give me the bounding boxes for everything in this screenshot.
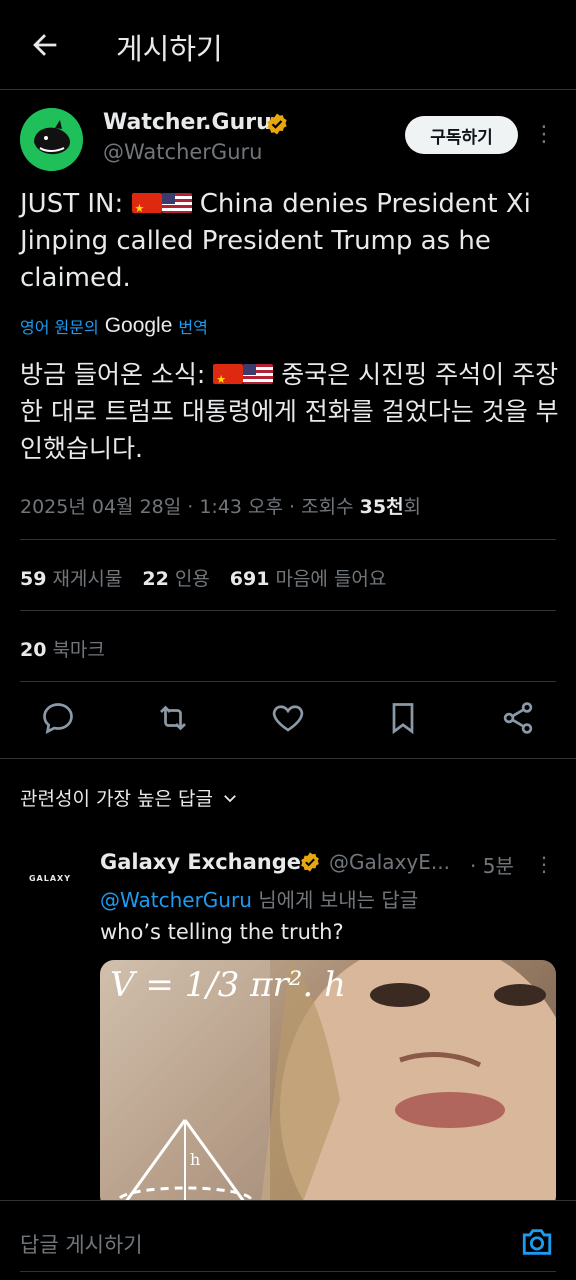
engagement-stats: 59 재게시물 22 인용 691 마음에 들어요 [20,564,386,591]
tweet-text: JUST IN: China denies President Xi Jinpi… [20,186,560,297]
mention-link[interactable]: @WatcherGuru [100,888,252,912]
translate-prefix: 영어 원문의 [20,318,99,337]
chevron-down-icon [224,794,236,802]
likes-stat[interactable]: 691 마음에 들어요 [230,564,387,591]
china-flag-icon [213,364,244,384]
reply-icon[interactable] [40,700,76,736]
us-flag-icon [161,193,192,213]
divider [20,539,556,540]
reply-time[interactable]: · 5분 [470,850,514,879]
reposts-stat[interactable]: 59 재게시물 [20,564,122,591]
reposts-count: 59 [20,568,47,590]
repost-icon[interactable] [155,700,191,736]
reply-text: who’s telling the truth? [100,920,344,944]
bookmarks-label: 북마크 [52,639,105,661]
tweet-date[interactable]: 2025년 04월 28일 · 1:43 오후 · 조회수 [20,496,354,518]
divider [20,681,556,682]
reply-author-handle[interactable]: @GalaxyE... [329,850,450,874]
subscribe-button[interactable]: 구독하기 [405,116,518,154]
bookmarks-count: 20 [20,639,47,661]
likes-label: 마음에 들어요 [275,568,387,590]
media-formula: V = 1/3 πr². h [110,965,346,1005]
sort-label: 관련성이 가장 높은 답글 [20,788,213,810]
reply-media-image[interactable]: h V = 1/3 πr². h [100,960,556,1210]
verified-badge-icon [301,852,319,872]
quotes-count: 22 [142,568,169,590]
divider [20,610,556,611]
bookmark-icon[interactable] [385,700,421,736]
bookmarks-stat[interactable]: 20 북마크 [20,635,105,662]
reply-composer[interactable]: 답글 게시하기 [0,1200,576,1280]
china-flag-icon [131,193,162,213]
replying-suffix: 님에게 보내는 답글 [258,888,419,912]
composer-placeholder[interactable]: 답글 게시하기 [20,1229,143,1259]
more-icon[interactable]: ⋮ [532,120,556,150]
likes-count: 691 [229,568,270,590]
tweet-meta: 2025년 04월 28일 · 1:43 오후 · 조회수 35천회 [20,492,421,519]
quotes-stat[interactable]: 22 인용 [142,564,209,591]
us-flag-icon [243,364,274,384]
reply-author-name[interactable]: Galaxy Exchange [100,850,301,874]
translated-prefix: 방금 들어온 소식: [20,360,206,389]
page-title: 게시하기 [116,32,223,66]
top-bar: 게시하기 [0,0,576,90]
action-bar [0,700,576,740]
reply-sort-selector[interactable]: 관련성이 가장 높은 답글 [20,784,239,811]
divider [0,758,576,759]
like-icon[interactable] [270,700,306,736]
media-h-label: h [190,1150,200,1169]
author-avatar[interactable] [20,108,83,171]
view-suffix: 회 [403,496,422,518]
meme-image: h V = 1/3 πr². h [100,960,556,1210]
google-logo: Google [104,314,173,337]
more-icon[interactable]: ⋮ [532,852,556,876]
share-icon[interactable] [500,700,536,736]
quotes-label: 인용 [174,568,210,590]
back-arrow-icon[interactable] [28,28,62,62]
reply-avatar[interactable]: GALAXY [20,848,80,908]
camera-icon[interactable] [520,1225,554,1259]
whale-icon [20,108,83,171]
reposts-label: 재게시물 [52,568,123,590]
author-name[interactable]: Watcher.Guru [103,110,272,135]
replying-to: @WatcherGuru 님에게 보내는 답글 [100,884,418,913]
view-count: 35천 [359,496,404,518]
tweet-text-prefix: JUST IN: [20,189,124,219]
author-handle[interactable]: @WatcherGuru [103,140,262,164]
translation-notice[interactable]: 영어 원문의 Google 번역 [20,313,208,339]
translated-text: 방금 들어온 소식: 중국은 시진핑 주석이 주장한 대로 트럼프 대통령에게 … [20,356,560,467]
translate-suffix: 번역 [178,318,208,337]
verified-badge-icon [267,113,287,135]
divider [20,1271,556,1272]
